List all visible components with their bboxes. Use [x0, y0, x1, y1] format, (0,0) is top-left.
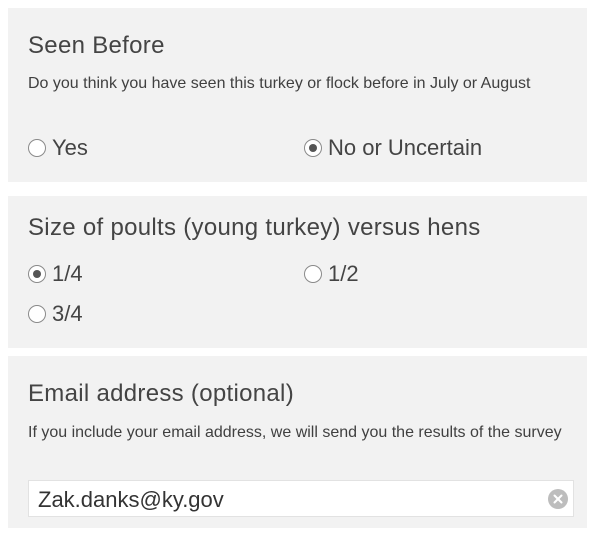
radio-label-yes: Yes [52, 135, 88, 160]
radio-button-no-or-uncertain[interactable] [304, 139, 322, 157]
seen-before-title: Seen Before [28, 32, 165, 59]
radio-button-one-quarter[interactable] [28, 265, 46, 283]
seen-before-section: Seen Before Do you think you have seen t… [8, 8, 587, 182]
email-field-value[interactable]: Zak.danks@ky.gov [38, 487, 224, 513]
poult-size-section: Size of poults (young turkey) versus hen… [8, 196, 587, 348]
radio-option-no-or-uncertain[interactable]: No or Uncertain [304, 135, 482, 161]
radio-button-three-quarters[interactable] [28, 305, 46, 323]
radio-button-yes[interactable] [28, 139, 46, 157]
radio-label-three-quarters: 3/4 [52, 301, 83, 326]
radio-option-yes[interactable]: Yes [28, 135, 88, 161]
email-description: If you include your email address, we wi… [28, 424, 562, 441]
email-title: Email address (optional) [28, 380, 294, 407]
radio-option-one-quarter[interactable]: 1/4 [28, 261, 83, 287]
poult-size-title: Size of poults (young turkey) versus hen… [28, 214, 481, 241]
radio-option-three-quarters[interactable]: 3/4 [28, 301, 83, 327]
radio-button-one-half[interactable] [304, 265, 322, 283]
radio-label-no-or-uncertain: No or Uncertain [328, 135, 483, 160]
radio-label-one-half: 1/2 [328, 261, 359, 286]
email-field[interactable]: Zak.danks@ky.gov [28, 480, 574, 517]
radio-option-one-half[interactable]: 1/2 [304, 261, 359, 287]
clear-x-glyph [553, 494, 563, 504]
radio-label-one-quarter: 1/4 [52, 261, 83, 286]
seen-before-description: Do you think you have seen this turkey o… [28, 75, 531, 92]
clear-icon[interactable] [548, 489, 568, 509]
email-section: Email address (optional) If you include … [8, 356, 587, 528]
